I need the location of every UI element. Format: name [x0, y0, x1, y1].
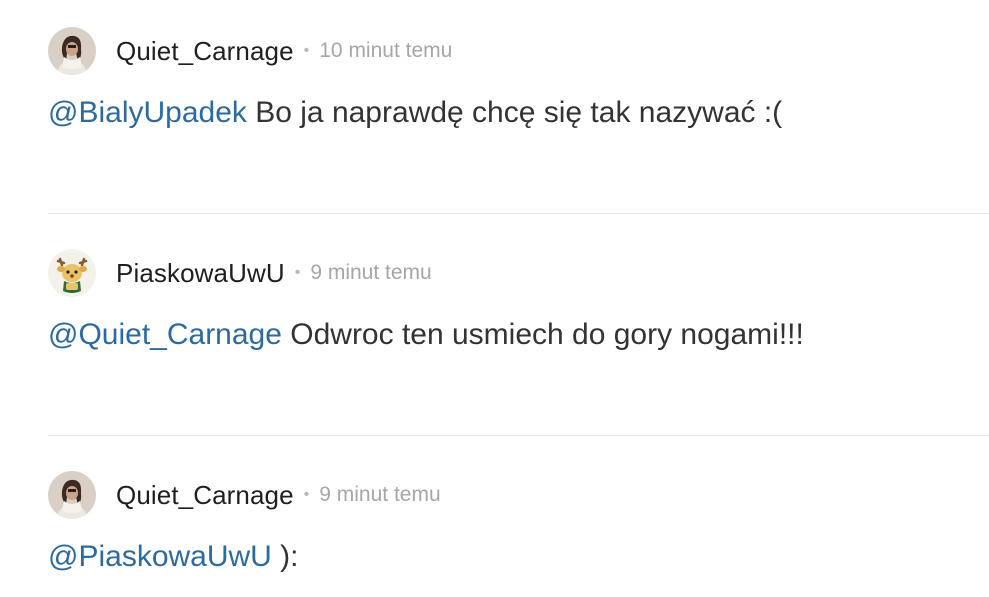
comment-header: PiaskowaUwU • 9 minut temu	[48, 249, 989, 297]
comment-author[interactable]: Quiet_Carnage	[116, 480, 294, 511]
dark-haired-figure-avatar-icon	[48, 27, 96, 75]
comment-timestamp[interactable]: 10 minut temu	[319, 39, 452, 63]
user-avatar[interactable]	[48, 27, 96, 75]
comment-message: Bo ja naprawdę chcę się tak nazywać :(	[246, 96, 783, 129]
comment-header: Quiet_Carnage • 10 minut temu	[48, 27, 989, 75]
mention-link[interactable]: @PiaskowaUwU	[48, 540, 272, 573]
comment-timestamp[interactable]: 9 minut temu	[310, 261, 431, 285]
reindeer-plush-avatar-icon	[48, 249, 96, 297]
comment-text: @Quiet_Carnage Odwroc ten usmiech do gor…	[48, 317, 989, 353]
mention-link[interactable]: @BialyUpadek	[48, 96, 247, 129]
comment-text: @BialyUpadek Bo ja naprawdę chcę się tak…	[48, 95, 989, 131]
separator-dot: •	[303, 42, 310, 59]
comment-divider	[48, 213, 989, 214]
comment-thread: Quiet_Carnage • 10 minut temu @BialyUpad…	[0, 0, 989, 597]
separator-dot: •	[294, 264, 301, 281]
user-avatar[interactable]	[48, 471, 96, 519]
comment-message: ):	[271, 540, 299, 573]
comment-divider	[48, 435, 989, 436]
comment-header: Quiet_Carnage • 9 minut temu	[48, 471, 989, 519]
comment-author[interactable]: PiaskowaUwU	[116, 258, 285, 289]
comment-message: Odwroc ten usmiech do gory nogami!!!	[281, 318, 804, 351]
user-avatar[interactable]	[48, 249, 96, 297]
mention-link[interactable]: @Quiet_Carnage	[48, 318, 282, 351]
comment-text: @PiaskowaUwU ):	[48, 539, 989, 575]
comment-timestamp[interactable]: 9 minut temu	[319, 483, 440, 507]
dark-haired-figure-avatar-icon	[48, 471, 96, 519]
comment-author[interactable]: Quiet_Carnage	[116, 36, 294, 67]
separator-dot: •	[303, 486, 310, 503]
